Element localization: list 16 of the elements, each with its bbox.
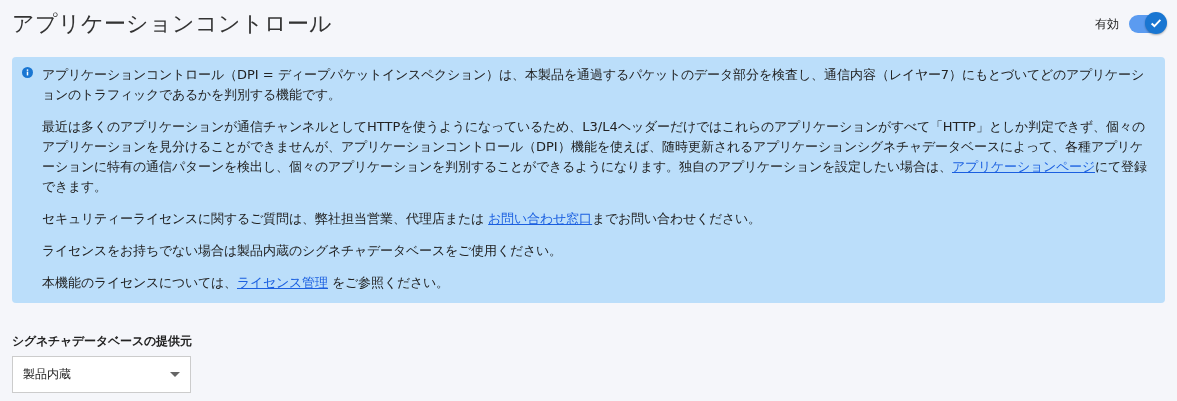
- text-link[interactable]: お問い合わせ窓口: [488, 211, 593, 226]
- toggle-label: 有効: [1095, 15, 1119, 33]
- field-label: シグネチャデータベースの提供元: [12, 333, 193, 350]
- info-paragraph: 最近は多くのアプリケーションが通信チャンネルとしてHTTPを使うようになっているため、L3/L4ヘッダーだけではこれらのアプリケーションがすべて「HTTP」としか判定できず、個々のアプリケーションを見分けることができませんが、アプリケーションコントロール（DPI）機能を使えば、随時更新されるアプリケーションシグネチャデータベースによって、各種アプリケーションに特有の通信パターンを検出し、個々のアプリケーションを判別することができるようになります。独自のアプリケーションを設定したい場合は、アプリケーションページにて登録できます。: [42, 118, 1148, 196]
- dropdown-field[interactable]: 製品内蔵: [12, 356, 191, 393]
- info-paragraph: アプリケーションコントロール（DPI = ディープパケットインスペクション）は、本製品を通過するパケットのデータ部分を検査し、通信内容（レイヤー7）にもとづいてどのアプリケーションのトラフィックであるかを判別する機能です。: [42, 66, 1146, 104]
- text-link[interactable]: アプリケーションページ: [952, 159, 1095, 174]
- info-icon: [22, 67, 33, 78]
- toggle-switch[interactable]: [1129, 15, 1165, 33]
- info-paragraph: セキュリティーライセンスに関するご質問は、弊社担当営業、代理店または お問い合わせ窓口 までお問い合わせください。: [42, 210, 763, 228]
- info-paragraph: 本機能のライセンスについては、ライセンス管理 をご参照ください。: [42, 274, 451, 292]
- check-icon: [1149, 16, 1163, 30]
- text-link[interactable]: ライセンス管理: [237, 275, 328, 290]
- caret-icon: [170, 372, 180, 377]
- page-title: アプリケーションコントロール: [12, 10, 332, 38]
- info-paragraph: ライセンスをお持ちでない場合は製品内蔵のシグネチャデータベースをご使用ください。: [42, 242, 563, 260]
